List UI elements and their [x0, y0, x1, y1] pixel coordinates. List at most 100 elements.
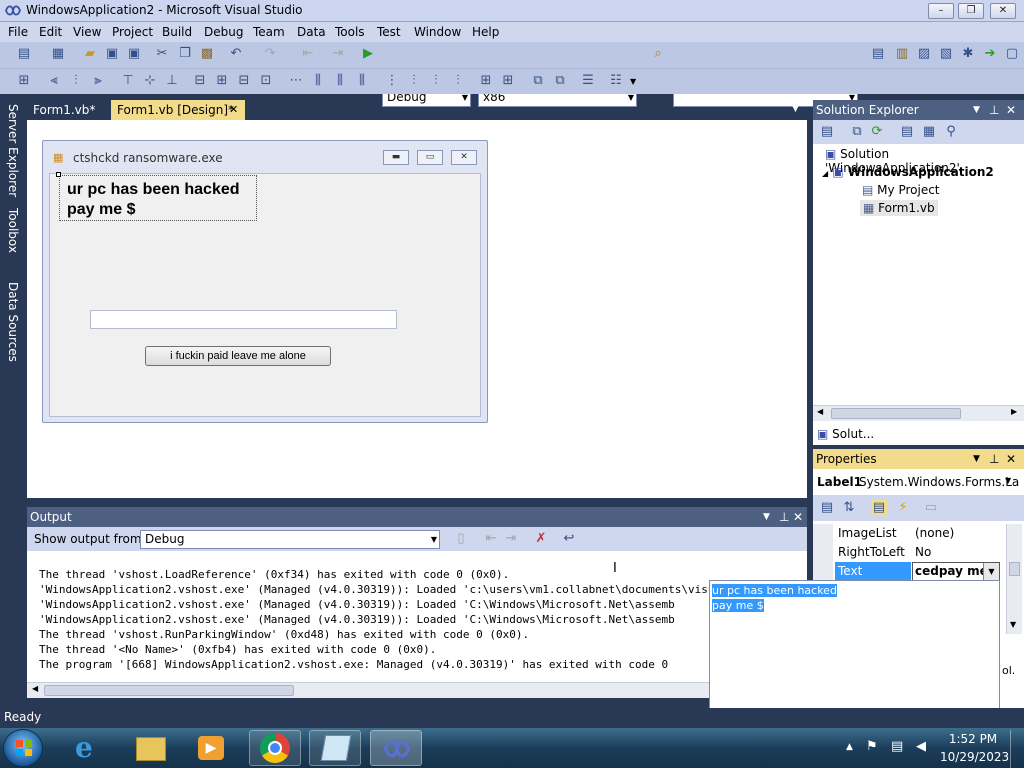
tree-my-project[interactable]: ▤ My Project [862, 183, 940, 197]
center-horizontally-icon[interactable]: ⊞ [478, 73, 494, 89]
auto-hide-pin-icon[interactable]: ⊥ [779, 507, 789, 527]
make-same-height-icon[interactable]: ⊟ [236, 73, 252, 89]
previous-message-icon[interactable]: ⇤ [483, 531, 499, 547]
textbox-control[interactable] [90, 310, 397, 329]
close-button[interactable]: ✕ [990, 3, 1016, 19]
selection-handle[interactable] [56, 172, 61, 177]
align-lefts-icon[interactable]: ⫷ [46, 73, 62, 89]
make-same-size-icon[interactable]: ⊡ [258, 73, 274, 89]
output-source-combo[interactable]: Debug ▼ [140, 530, 440, 549]
network-icon[interactable]: ▤ [891, 739, 903, 754]
scroll-down-icon[interactable]: ▼ [1010, 620, 1016, 629]
visual-studio-taskbar-button[interactable] [370, 730, 422, 766]
menu-edit[interactable]: Edit [39, 25, 62, 39]
window-position-icon[interactable]: ▼ [973, 100, 980, 120]
property-pages-icon[interactable]: ▭ [923, 500, 939, 516]
start-page-icon[interactable]: ➔ [982, 46, 998, 62]
redo-icon[interactable]: ↷ [262, 46, 278, 62]
align-middles-icon[interactable]: ⊹ [142, 73, 158, 89]
close-panel-icon[interactable]: ✕ [1006, 100, 1016, 120]
menu-debug[interactable]: Debug [204, 25, 243, 39]
tree-form1[interactable]: ▦ Form1.vb [860, 200, 938, 216]
view-designer-icon[interactable]: ▦ [921, 124, 937, 140]
solution-explorer-icon[interactable]: ▤ [870, 46, 886, 62]
remove-horizontal-spacing-icon[interactable]: ⫼ [354, 73, 370, 89]
properties-icon[interactable]: ▤ [819, 124, 835, 140]
toolbox-icon[interactable]: ▧ [938, 46, 954, 62]
remove-vertical-spacing-icon[interactable]: ⫶ [450, 73, 466, 89]
make-same-width-icon[interactable]: ⊟ [192, 73, 208, 89]
chrome-taskbar-button[interactable] [249, 730, 301, 766]
close-panel-icon[interactable]: ✕ [793, 507, 803, 527]
text-property-editor[interactable]: cedpay me $ ▼ [912, 562, 1000, 581]
align-bottoms-icon[interactable]: ⊥ [164, 73, 180, 89]
cut-icon[interactable]: ✂ [154, 46, 170, 62]
internet-explorer-taskbar-button[interactable]: e [66, 731, 112, 765]
server-explorer-tab[interactable]: Server Explorer [2, 104, 20, 197]
auto-hide-pin-icon[interactable]: ⊥ [989, 449, 999, 469]
tree-project[interactable]: ◢ ▣ WindowsApplication2 [822, 165, 994, 179]
menu-window[interactable]: Window [414, 25, 461, 39]
menu-build[interactable]: Build [162, 25, 192, 39]
find-in-files-icon[interactable]: ⌕ [650, 46, 666, 62]
show-desktop-button[interactable] [1010, 730, 1024, 768]
refresh-icon[interactable]: ⟳ [869, 124, 885, 140]
form-designer-window[interactable]: ▦ ctshckd ransomware.exe ▬ ▭ ✕ ur pc has… [42, 140, 488, 423]
paid-button-control[interactable]: i fuckin paid leave me alone [145, 346, 331, 366]
clock-time[interactable]: 1:52 PM [946, 732, 1000, 746]
tab-form1-vb[interactable]: Form1.vb* [27, 100, 111, 120]
maximize-button[interactable]: ❐ [958, 3, 984, 19]
tab-solution-explorer[interactable]: ▣ Solut... [813, 423, 879, 445]
undo-icon[interactable]: ↶ [228, 46, 244, 62]
word-wrap-icon[interactable]: ↩ [561, 531, 577, 547]
property-row-imagelist[interactable]: ImageList (none) [838, 524, 1008, 543]
menu-team[interactable]: Team [253, 25, 285, 39]
horizontal-spacing-icon[interactable]: ⋯ [288, 73, 304, 89]
send-to-back-icon[interactable]: ⧉ [552, 73, 568, 89]
action-center-icon[interactable]: ⚑ [866, 739, 878, 754]
text-property-dropdown[interactable]: ur pc has been hacked pay me $ [709, 580, 1000, 713]
scroll-left-icon[interactable]: ◀ [32, 684, 38, 693]
notepad-taskbar-button[interactable] [309, 730, 361, 766]
navigate-back-icon[interactable]: ⇤ [300, 46, 316, 62]
alphabetical-icon[interactable]: ⇅ [841, 500, 857, 516]
close-panel-icon[interactable]: ✕ [1006, 449, 1016, 469]
properties-vscroll[interactable]: ▼ [1006, 524, 1022, 634]
copy-icon[interactable]: ❐ [177, 46, 193, 62]
vertical-spacing-icon[interactable]: ⋮ [384, 73, 400, 89]
properties-view-icon[interactable]: ▤ [871, 500, 887, 516]
scroll-thumb[interactable] [831, 408, 961, 419]
categorized-icon[interactable]: ▤ [819, 500, 835, 516]
menu-help[interactable]: Help [472, 25, 499, 39]
output-text-area[interactable]: The thread 'vshost.LoadReference' (0xf34… [27, 551, 807, 682]
menu-test[interactable]: Test [377, 25, 401, 39]
menu-data[interactable]: Data [297, 25, 326, 39]
object-browser-icon[interactable]: ▨ [916, 46, 932, 62]
output-hscroll[interactable]: ◀ [27, 682, 807, 698]
toolbar-overflow-icon[interactable]: ▼ [630, 77, 636, 86]
auto-hide-pin-icon[interactable]: ⊥ [989, 100, 999, 120]
tab-team-explorer[interactable]: ▦ Tea... [884, 423, 946, 445]
add-item-icon[interactable]: ▦ [50, 46, 66, 62]
clock-date[interactable]: 10/29/2023 [940, 750, 1009, 764]
events-icon[interactable]: ⚡ [895, 500, 911, 516]
start-debugging-icon[interactable]: ▶ [360, 46, 376, 62]
dropdown-arrow-icon[interactable]: ▼ [983, 563, 999, 580]
volume-icon[interactable]: ◀ [916, 739, 926, 754]
menu-file[interactable]: File [8, 25, 28, 39]
tab-form1-design[interactable]: Form1.vb [Design]* ✕ [111, 100, 245, 120]
menu-project[interactable]: Project [112, 25, 153, 39]
menu-view[interactable]: View [73, 25, 101, 39]
property-row-text[interactable]: Text [835, 562, 911, 581]
decrease-vertical-spacing-icon[interactable]: ⫶ [428, 73, 444, 89]
solution-explorer-hscroll[interactable]: ◀ ▶ [813, 405, 1024, 421]
close-tab-icon[interactable]: ✕ [229, 100, 238, 120]
scroll-thumb[interactable] [44, 685, 294, 696]
align-centers-icon[interactable]: ⫶ [68, 73, 84, 89]
menu-tools[interactable]: Tools [335, 25, 365, 39]
show-all-files-icon[interactable]: ⧉ [849, 124, 865, 140]
show-hidden-icons-icon[interactable]: ▲ [846, 742, 853, 752]
property-row-righttoleft[interactable]: RightToLeft No [838, 543, 1008, 562]
window-position-icon[interactable]: ▼ [763, 507, 770, 527]
lock-controls-icon[interactable]: ☷ [608, 73, 624, 89]
